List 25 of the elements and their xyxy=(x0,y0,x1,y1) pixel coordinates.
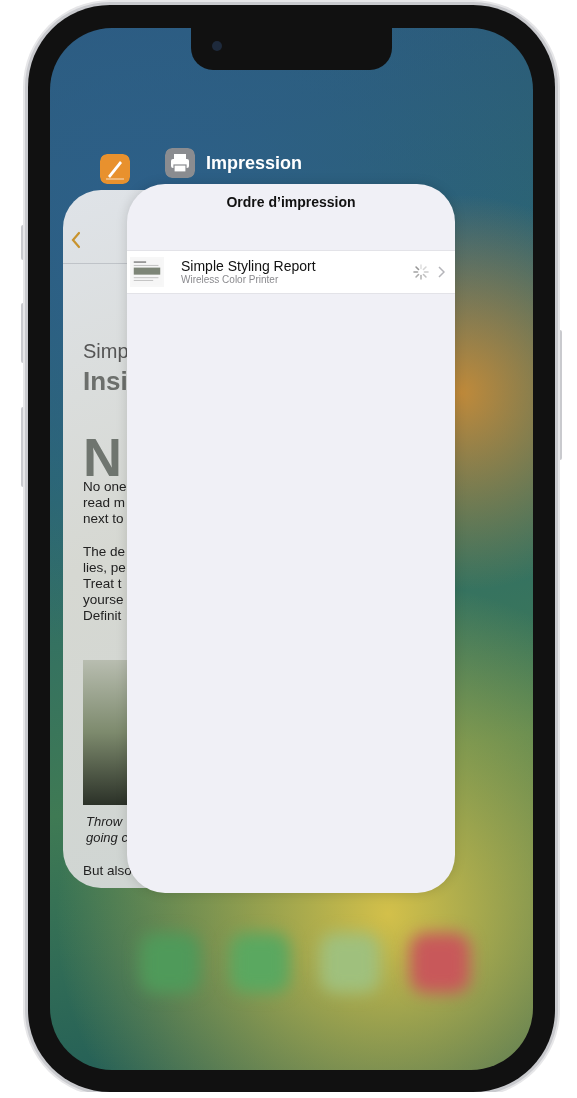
document-thumbnail xyxy=(130,257,164,287)
drop-cap: N xyxy=(83,437,122,477)
print-queue-title: Ordre d’impression xyxy=(226,194,356,210)
front-camera-icon xyxy=(212,41,222,51)
text-line: next to xyxy=(83,511,124,527)
document-title: Simple Styling Report xyxy=(181,258,316,274)
printer-app-icon[interactable] xyxy=(165,148,195,178)
blurred-app-icon xyxy=(410,933,470,993)
photo-caption: Throw xyxy=(85,814,123,830)
chevron-right-icon xyxy=(438,266,445,278)
text-line: lies, pe xyxy=(83,560,126,576)
article-heading: Insi xyxy=(83,366,128,396)
text-line: But also xyxy=(83,863,132,879)
article-subtitle: Simp xyxy=(83,339,129,363)
text-line: Definit xyxy=(83,608,122,624)
pen-app-icon[interactable] xyxy=(100,154,130,184)
text-line: No one xyxy=(83,479,127,495)
blurred-app-icon xyxy=(320,933,380,993)
text-line: yourse xyxy=(83,592,124,608)
app-name: Impression xyxy=(206,152,303,174)
printer-name: Wireless Color Printer xyxy=(181,274,279,286)
text-line: read m xyxy=(83,495,126,511)
blurred-app-icon xyxy=(230,933,290,993)
text-line: The de xyxy=(83,544,126,560)
text-line: Treat t xyxy=(83,576,122,592)
